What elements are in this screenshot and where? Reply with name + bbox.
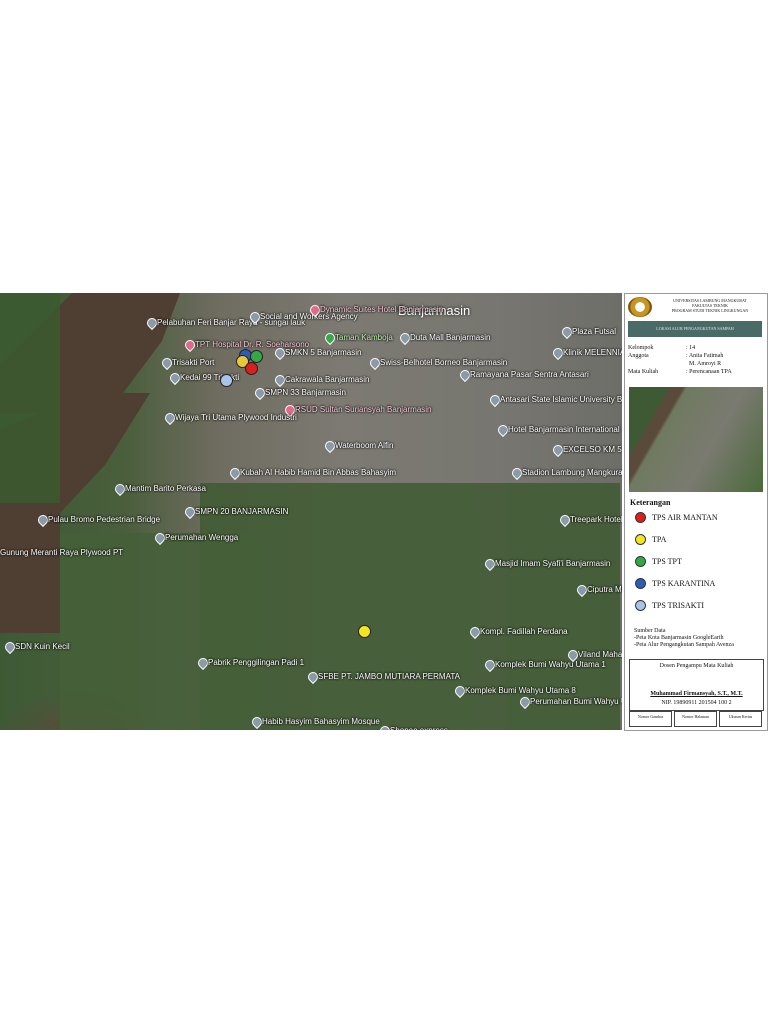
place-label[interactable]: Mantim Barito Perkasa <box>125 484 206 493</box>
legend-title: Keterangan <box>630 498 671 507</box>
place-label[interactable]: Perumahan Bumi Wahyu Utama 12 <box>530 697 622 706</box>
place-label[interactable]: SDN Kuin Kecil <box>15 642 70 651</box>
place-label[interactable]: SMKN 5 Banjarmasin <box>285 348 361 357</box>
place-label[interactable]: Komplek Bumi Wahyu Utama 8 <box>465 686 576 695</box>
place-label[interactable]: SFBE PT. JAMBO MUTIARA PERMATA <box>318 672 460 681</box>
place-label[interactable]: Antasari State Islamic University Banjar… <box>500 395 622 404</box>
place-label[interactable]: SMPN 33 Banjarmasin <box>265 388 346 397</box>
place-label[interactable]: Stadion Lambung Mangkurat <box>522 468 622 477</box>
legend-swatch-icon <box>635 556 646 567</box>
marker-tpa[interactable] <box>358 625 371 638</box>
source-2: -Peta Alur Pengangkutan Sampah Avenza <box>634 642 734 648</box>
place-label[interactable]: Hotel Banjarmasin International <box>508 425 620 434</box>
lecturer-name: Muhammad Firmansyah, S.T., M.T. <box>650 691 743 697</box>
nomor-gambar: Nomor Gambar <box>629 711 672 727</box>
place-label[interactable]: Taman Kamboja <box>335 333 393 342</box>
legend-item: TPS TPT <box>635 556 682 567</box>
legend-label: TPS AIR MANTAN <box>652 513 718 522</box>
legend-item: TPS AIR MANTAN <box>635 512 718 523</box>
legend-swatch-icon <box>635 600 646 611</box>
legend-swatch-icon <box>635 534 646 545</box>
place-label[interactable]: Masjid Imam Syafi'i Banjarmasin <box>495 559 610 568</box>
kelompok-label: Kelompok <box>628 345 654 351</box>
place-label[interactable]: Viland Mahant <box>578 650 622 659</box>
place-label[interactable]: EXCELSO KM 5 <box>563 445 622 454</box>
place-label[interactable]: Dynamic Suites Hotel Banjarmasin <box>320 305 443 314</box>
legend-label: TPS TPT <box>652 557 682 566</box>
kelompok-value: : 14 <box>686 345 696 351</box>
place-label[interactable]: Trisakti Port <box>172 358 214 367</box>
mk-label: Mata Kuliah <box>628 369 659 375</box>
place-label[interactable]: Shopee express <box>390 726 448 730</box>
place-label[interactable]: Waterboom Alfin <box>335 441 393 450</box>
legend-label: TPS KARANTINA <box>652 579 716 588</box>
place-label[interactable]: Klinik MELENNIA <box>563 348 622 357</box>
anggota-label: Anggota <box>628 353 649 359</box>
place-label[interactable]: Swiss-Belhotel Borneo Banjarmasin <box>380 358 507 367</box>
map-legend-panel: UNIVERSITAS LAMBUNG MANGKURAT FAKULTAS TE… <box>624 293 768 731</box>
lecturer-nip: NIP. 19890911 201504 100 2 <box>661 700 732 706</box>
signature-box: Dosen Pengampu Mata Kuliah Muhammad Firm… <box>629 659 764 711</box>
place-label[interactable]: Wijaya Tri Utama Plywood Industri <box>175 413 297 422</box>
mk-value: : Perencanaan TPA <box>686 369 732 375</box>
place-label[interactable]: Kubah Al Habib Hamid Bin Abbas Bahasyim <box>240 468 396 477</box>
place-label[interactable]: Plaza Futsal <box>572 327 616 336</box>
place-label[interactable]: Kompl. Fadillah Perdana <box>480 627 568 636</box>
place-label[interactable]: Habib Hasyim Bahasyim Mosque <box>262 717 380 726</box>
place-label[interactable]: Cakrawala Banjarmasin <box>285 375 369 384</box>
legend-item: TPS KARANTINA <box>635 578 715 589</box>
legend-item: TPA <box>635 534 666 545</box>
place-label[interactable]: Perumahan Wengga <box>165 533 238 542</box>
place-label[interactable]: Duta Mall Banjarmasin <box>410 333 490 342</box>
marker-tps-trisakti[interactable] <box>220 374 233 387</box>
place-label[interactable]: RSUD Sultan Suriansyah Banjarmasin <box>295 405 432 414</box>
university-logo <box>628 297 652 317</box>
legend-item: TPS TRISAKTI <box>635 600 704 611</box>
legend-swatch-icon <box>635 578 646 589</box>
place-label[interactable]: Ramayana Pasar Sentra Antasari <box>470 370 589 379</box>
map-title: LOKASI ALUR PENGANGKUTAN SAMPAH <box>628 321 762 337</box>
place-label[interactable]: SMPN 20 BANJARMASIN <box>195 507 288 516</box>
inset-map <box>629 387 763 492</box>
marker-tps-air-mantan[interactable] <box>245 362 258 375</box>
nomor-halaman: Nomor Halaman <box>674 711 717 727</box>
lecturer-heading: Dosen Pengampu Mata Kuliah <box>659 663 734 669</box>
ukuran-kertas: Ukuran Kertas <box>719 711 762 727</box>
source-title: Sumber Data <box>634 628 666 634</box>
legend-label: TPS TRISAKTI <box>652 601 705 610</box>
satellite-map[interactable]: Banjarmasin Pelabuhan Feri Banjar Raya -… <box>0 293 622 730</box>
legend-label: TPA <box>652 535 667 544</box>
place-label[interactable]: Gunung Meranti Raya Plywood PT <box>0 548 123 557</box>
legend-swatch-icon <box>635 512 646 523</box>
anggota-2: M. Amroyi R <box>689 361 722 367</box>
place-label[interactable]: Komplek Bumi Wahyu Utama 1 <box>495 660 606 669</box>
place-label[interactable]: Pulau Bromo Pedestrian Bridge <box>48 515 160 524</box>
source-1: -Peta Kota Banjarmasin GoogleEarth <box>634 635 724 641</box>
place-label[interactable]: Pabrik Penggilingan Padi 1 <box>208 658 304 667</box>
place-label[interactable]: Treepark Hotel Banjarmasin <box>570 515 622 524</box>
place-label[interactable]: Ciputra Mitra <box>587 585 622 594</box>
program: PROGRAM STUDI TEKNIK LINGKUNGAN <box>671 308 749 313</box>
anggota-1: : Anita Fatimah <box>686 353 724 359</box>
